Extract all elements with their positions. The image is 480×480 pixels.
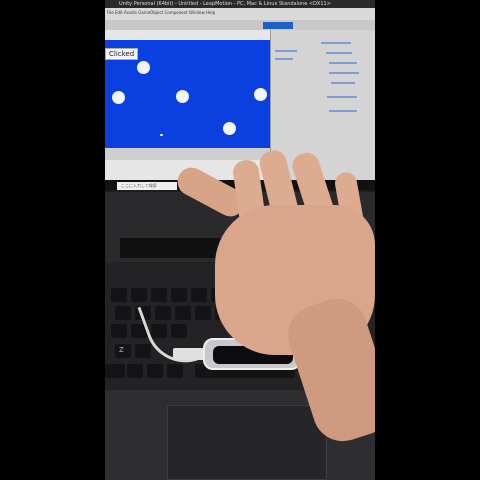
key[interactable] (111, 324, 127, 338)
ball (137, 61, 150, 74)
window-title: Unity Personal (64bit) - Untitled - Leap… (119, 1, 331, 7)
taskbar-search-input[interactable]: ここに入力して検索 (117, 182, 177, 190)
project-panel-tabs (105, 148, 270, 160)
toolbar (105, 20, 375, 30)
key-label: Z (119, 346, 124, 354)
ball (112, 91, 125, 104)
key[interactable] (115, 306, 131, 320)
photo-frame: Unity Personal (64bit) - Untitled - Leap… (105, 0, 375, 480)
key-windows[interactable] (127, 364, 143, 378)
key-z[interactable]: Z (115, 344, 131, 358)
trackpad[interactable] (167, 405, 327, 480)
menu-items[interactable]: File Edit Assets GameObject Component Wi… (107, 10, 215, 15)
key-ctrl[interactable] (105, 364, 125, 378)
key[interactable] (111, 288, 127, 302)
clicked-label: Clicked (105, 48, 139, 60)
key[interactable] (131, 288, 147, 302)
game-view[interactable]: Clicked (105, 40, 270, 148)
window-titlebar: Unity Personal (64bit) - Untitled - Leap… (105, 0, 375, 8)
key[interactable] (135, 344, 151, 358)
cursor-dot (160, 134, 163, 136)
ball (223, 122, 236, 135)
menu-bar: File Edit Assets GameObject Component Wi… (105, 8, 375, 20)
play-button[interactable] (263, 22, 293, 29)
ball (176, 90, 189, 103)
ball (254, 88, 267, 101)
key[interactable] (147, 364, 163, 378)
key[interactable] (167, 364, 183, 378)
